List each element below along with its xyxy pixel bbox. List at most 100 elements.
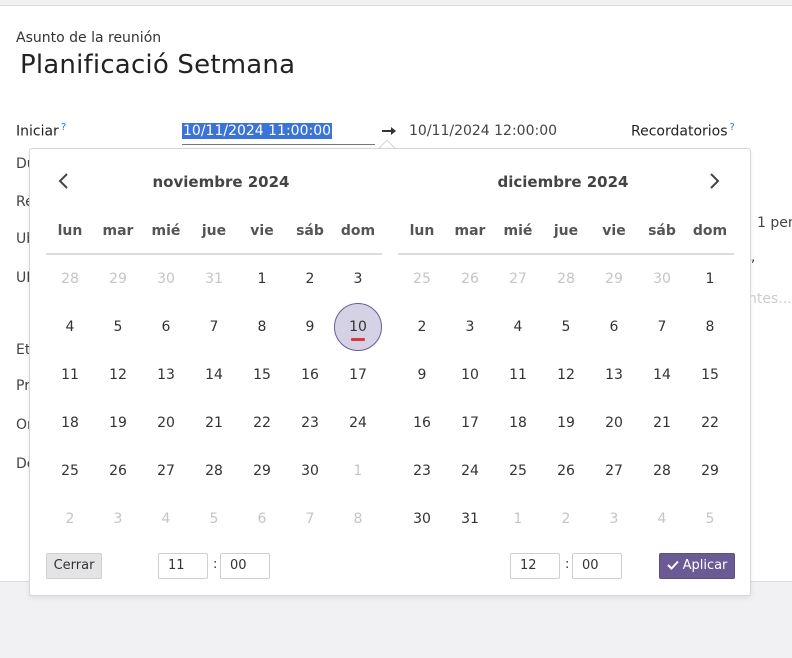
day-cell[interactable]: 8	[686, 303, 734, 351]
weekday-label: mié	[151, 223, 181, 239]
day-cell-other-month[interactable]: 7	[286, 495, 334, 543]
day-cell[interactable]: 19	[94, 399, 142, 447]
day-cell[interactable]: 22	[238, 399, 286, 447]
day-cell-other-month[interactable]: 3	[94, 495, 142, 543]
day-cell-other-month[interactable]: 29	[590, 255, 638, 303]
day-cell-other-month[interactable]: 6	[238, 495, 286, 543]
day-cell-other-month[interactable]: 2	[542, 495, 590, 543]
day-cell[interactable]: 13	[142, 351, 190, 399]
day-cell[interactable]: 13	[590, 351, 638, 399]
day-cell[interactable]: 11	[494, 351, 542, 399]
day-cell[interactable]: 7	[638, 303, 686, 351]
day-cell[interactable]: 11	[46, 351, 94, 399]
day-cell[interactable]: 29	[238, 447, 286, 495]
day-cell-other-month[interactable]: 4	[638, 495, 686, 543]
day-cell[interactable]: 18	[494, 399, 542, 447]
day-cell-other-month[interactable]: 31	[190, 255, 238, 303]
day-cell[interactable]: 29	[686, 447, 734, 495]
day-cell[interactable]: 24	[334, 399, 382, 447]
start-datetime-input[interactable]: 10/11/2024 11:00:00	[182, 120, 375, 145]
day-cell[interactable]: 27	[142, 447, 190, 495]
day-cell[interactable]: 14	[190, 351, 238, 399]
day-cell[interactable]: 12	[542, 351, 590, 399]
help-icon[interactable]: ?	[730, 122, 735, 133]
end-hour-input[interactable]: 12	[510, 553, 560, 579]
day-cell-other-month[interactable]: 27	[494, 255, 542, 303]
day-cell[interactable]: 19	[542, 399, 590, 447]
day-cell[interactable]: 17	[334, 351, 382, 399]
day-cell[interactable]: 5	[542, 303, 590, 351]
day-cell[interactable]: 1	[686, 255, 734, 303]
weekday-label: dom	[340, 223, 376, 239]
start-hour-input[interactable]: 11	[158, 553, 208, 579]
day-cell[interactable]: 2	[286, 255, 334, 303]
day-cell-other-month[interactable]: 1	[494, 495, 542, 543]
day-cell[interactable]: 16	[398, 399, 446, 447]
day-cell[interactable]: 26	[542, 447, 590, 495]
day-cell[interactable]: 12	[94, 351, 142, 399]
day-cell[interactable]: 21	[190, 399, 238, 447]
day-cell[interactable]: 20	[590, 399, 638, 447]
prev-month-button[interactable]	[56, 171, 70, 191]
day-cell[interactable]: 8	[238, 303, 286, 351]
day-cell[interactable]: 21	[638, 399, 686, 447]
day-cell[interactable]: 6	[142, 303, 190, 351]
day-cell-other-month[interactable]: 30	[638, 255, 686, 303]
day-cell[interactable]: 3	[446, 303, 494, 351]
subject-field[interactable]: Planificació Setmana	[20, 50, 295, 80]
day-cell-other-month[interactable]: 28	[46, 255, 94, 303]
day-cell-other-month[interactable]: 8	[334, 495, 382, 543]
day-cell[interactable]: 28	[638, 447, 686, 495]
day-cell[interactable]: 9	[398, 351, 446, 399]
day-cell-other-month[interactable]: 3	[590, 495, 638, 543]
day-cell[interactable]: 15	[686, 351, 734, 399]
day-cell[interactable]: 17	[446, 399, 494, 447]
day-cell[interactable]: 27	[590, 447, 638, 495]
day-cell[interactable]: 28	[190, 447, 238, 495]
week-row: 2345678	[46, 495, 382, 543]
day-cell[interactable]: 25	[46, 447, 94, 495]
day-cell[interactable]: 18	[46, 399, 94, 447]
help-icon[interactable]: ?	[61, 122, 66, 133]
end-datetime-input[interactable]: 10/11/2024 12:00:00	[409, 123, 557, 139]
day-cell-other-month[interactable]: 30	[142, 255, 190, 303]
day-cell[interactable]: 4	[46, 303, 94, 351]
day-cell[interactable]: 14	[638, 351, 686, 399]
day-cell-other-month[interactable]: 1	[334, 447, 382, 495]
day-cell-other-month[interactable]: 5	[686, 495, 734, 543]
day-cell[interactable]: 2	[398, 303, 446, 351]
day-cell[interactable]: 20	[142, 399, 190, 447]
day-cell-other-month[interactable]: 5	[190, 495, 238, 543]
day-cell[interactable]: 9	[286, 303, 334, 351]
day-cell[interactable]: 23	[286, 399, 334, 447]
day-cell-selected[interactable]: 10	[334, 303, 382, 351]
day-cell[interactable]: 24	[446, 447, 494, 495]
day-cell[interactable]: 15	[238, 351, 286, 399]
apply-button[interactable]: Aplicar	[659, 553, 735, 579]
day-cell-other-month[interactable]: 26	[446, 255, 494, 303]
start-minute-input[interactable]: 00	[220, 553, 270, 579]
day-cell[interactable]: 31	[446, 495, 494, 543]
day-cell[interactable]: 22	[686, 399, 734, 447]
day-cell[interactable]: 7	[190, 303, 238, 351]
day-cell[interactable]: 30	[286, 447, 334, 495]
day-cell[interactable]: 25	[494, 447, 542, 495]
day-cell[interactable]: 30	[398, 495, 446, 543]
day-cell[interactable]: 1	[238, 255, 286, 303]
day-cell-other-month[interactable]: 28	[542, 255, 590, 303]
next-month-button[interactable]	[708, 171, 722, 191]
day-cell[interactable]: 10	[446, 351, 494, 399]
day-cell[interactable]: 6	[590, 303, 638, 351]
day-cell[interactable]: 23	[398, 447, 446, 495]
day-cell[interactable]: 5	[94, 303, 142, 351]
day-cell-other-month[interactable]: 29	[94, 255, 142, 303]
day-cell[interactable]: 16	[286, 351, 334, 399]
day-cell[interactable]: 4	[494, 303, 542, 351]
day-cell-other-month[interactable]: 25	[398, 255, 446, 303]
end-minute-input[interactable]: 00	[572, 553, 622, 579]
close-button[interactable]: Cerrar	[46, 553, 102, 579]
day-cell-other-month[interactable]: 4	[142, 495, 190, 543]
day-cell-other-month[interactable]: 2	[46, 495, 94, 543]
day-cell[interactable]: 3	[334, 255, 382, 303]
day-cell[interactable]: 26	[94, 447, 142, 495]
